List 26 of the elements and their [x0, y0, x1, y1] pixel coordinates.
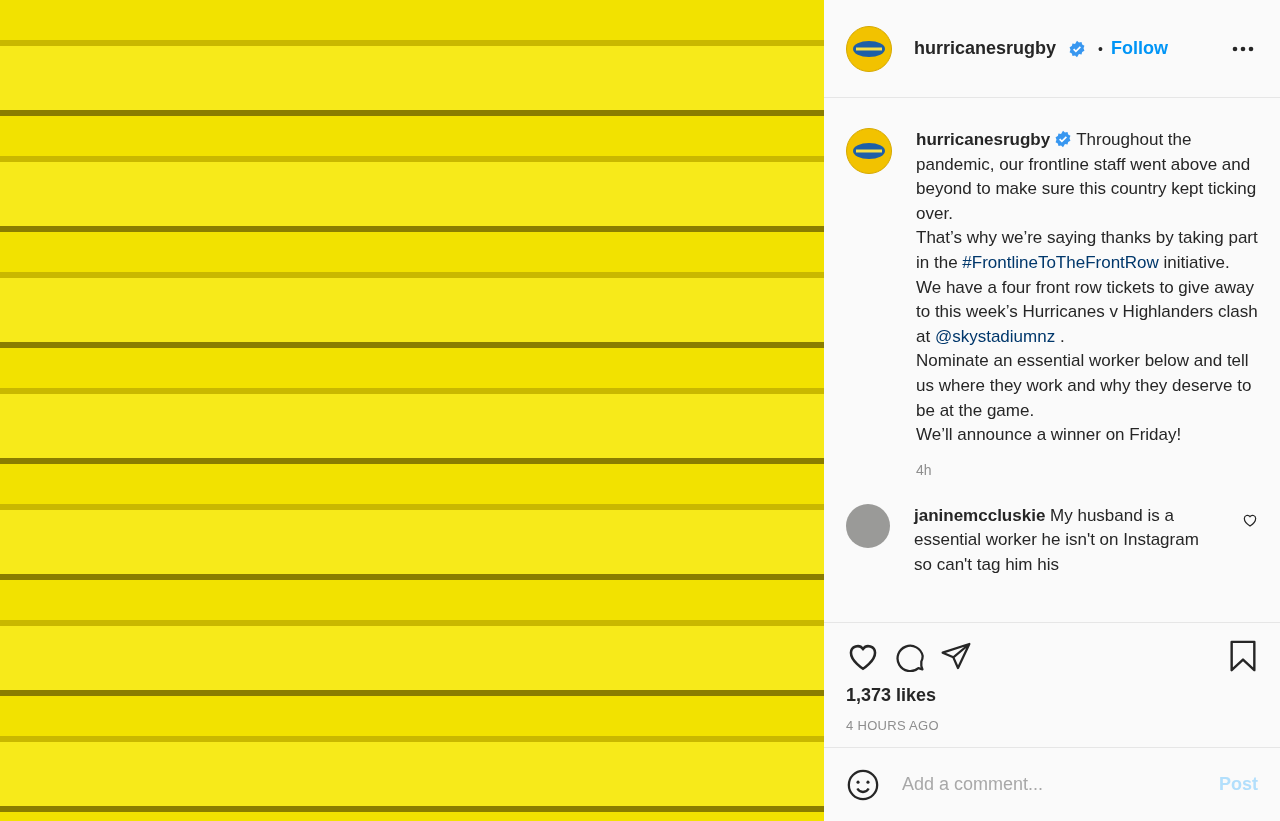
- caption-text: We have a four front row tickets to give away to this week’s Hurricanes v Highlanders clash at @skystadiumnz .: [916, 276, 1258, 348]
- post-timestamp: 4 HOURS AGO: [846, 718, 940, 733]
- tag-link[interactable]: @skystadiumnz: [934, 326, 1056, 346]
- logo-icon: [852, 39, 886, 58]
- profile-logo[interactable]: [846, 128, 892, 174]
- logo-icon: [852, 142, 886, 160]
- caption-text: That’s why we’re saying thanks by taking part in the #FrontlineToTheFrontRow initiative.: [916, 227, 1258, 274]
- send-icon: [940, 640, 972, 672]
- more-icon: [1232, 45, 1254, 52]
- comment-text: janinemccluskie My husband is a essential worker he isn't on Instagram so can't tag him his: [914, 504, 1200, 576]
- post-age: 4h: [916, 461, 933, 478]
- profile-logo[interactable]: [846, 25, 892, 72]
- username-link[interactable]: janinemccluskie: [914, 505, 1046, 525]
- username-link[interactable]: hurricanesrugby: [914, 38, 1057, 59]
- avatar-placeholder: [846, 503, 890, 548]
- caption-text: We’ll announce a winner on Friday!: [916, 424, 1183, 447]
- save-button[interactable]: [1228, 639, 1258, 673]
- likes-count: 1,373 likes: [846, 685, 938, 706]
- caption-text: hurricanesrugby Throughout the pandemic, our frontline staff went above and beyond to make sure this country kept ticking over.: [916, 129, 1258, 225]
- username-link[interactable]: hurricanesrugby: [916, 130, 1051, 149]
- separator-dot: •: [1098, 40, 1103, 57]
- tag-link[interactable]: #FrontlineToTheFrontRow: [962, 252, 1159, 272]
- caption-text: Nominate an essential worker below and tell us where they work and why they deserve to be at the game.: [916, 350, 1253, 422]
- share-button[interactable]: [940, 640, 972, 672]
- emoji-button[interactable]: [846, 767, 880, 802]
- smiley-icon: [846, 767, 880, 802]
